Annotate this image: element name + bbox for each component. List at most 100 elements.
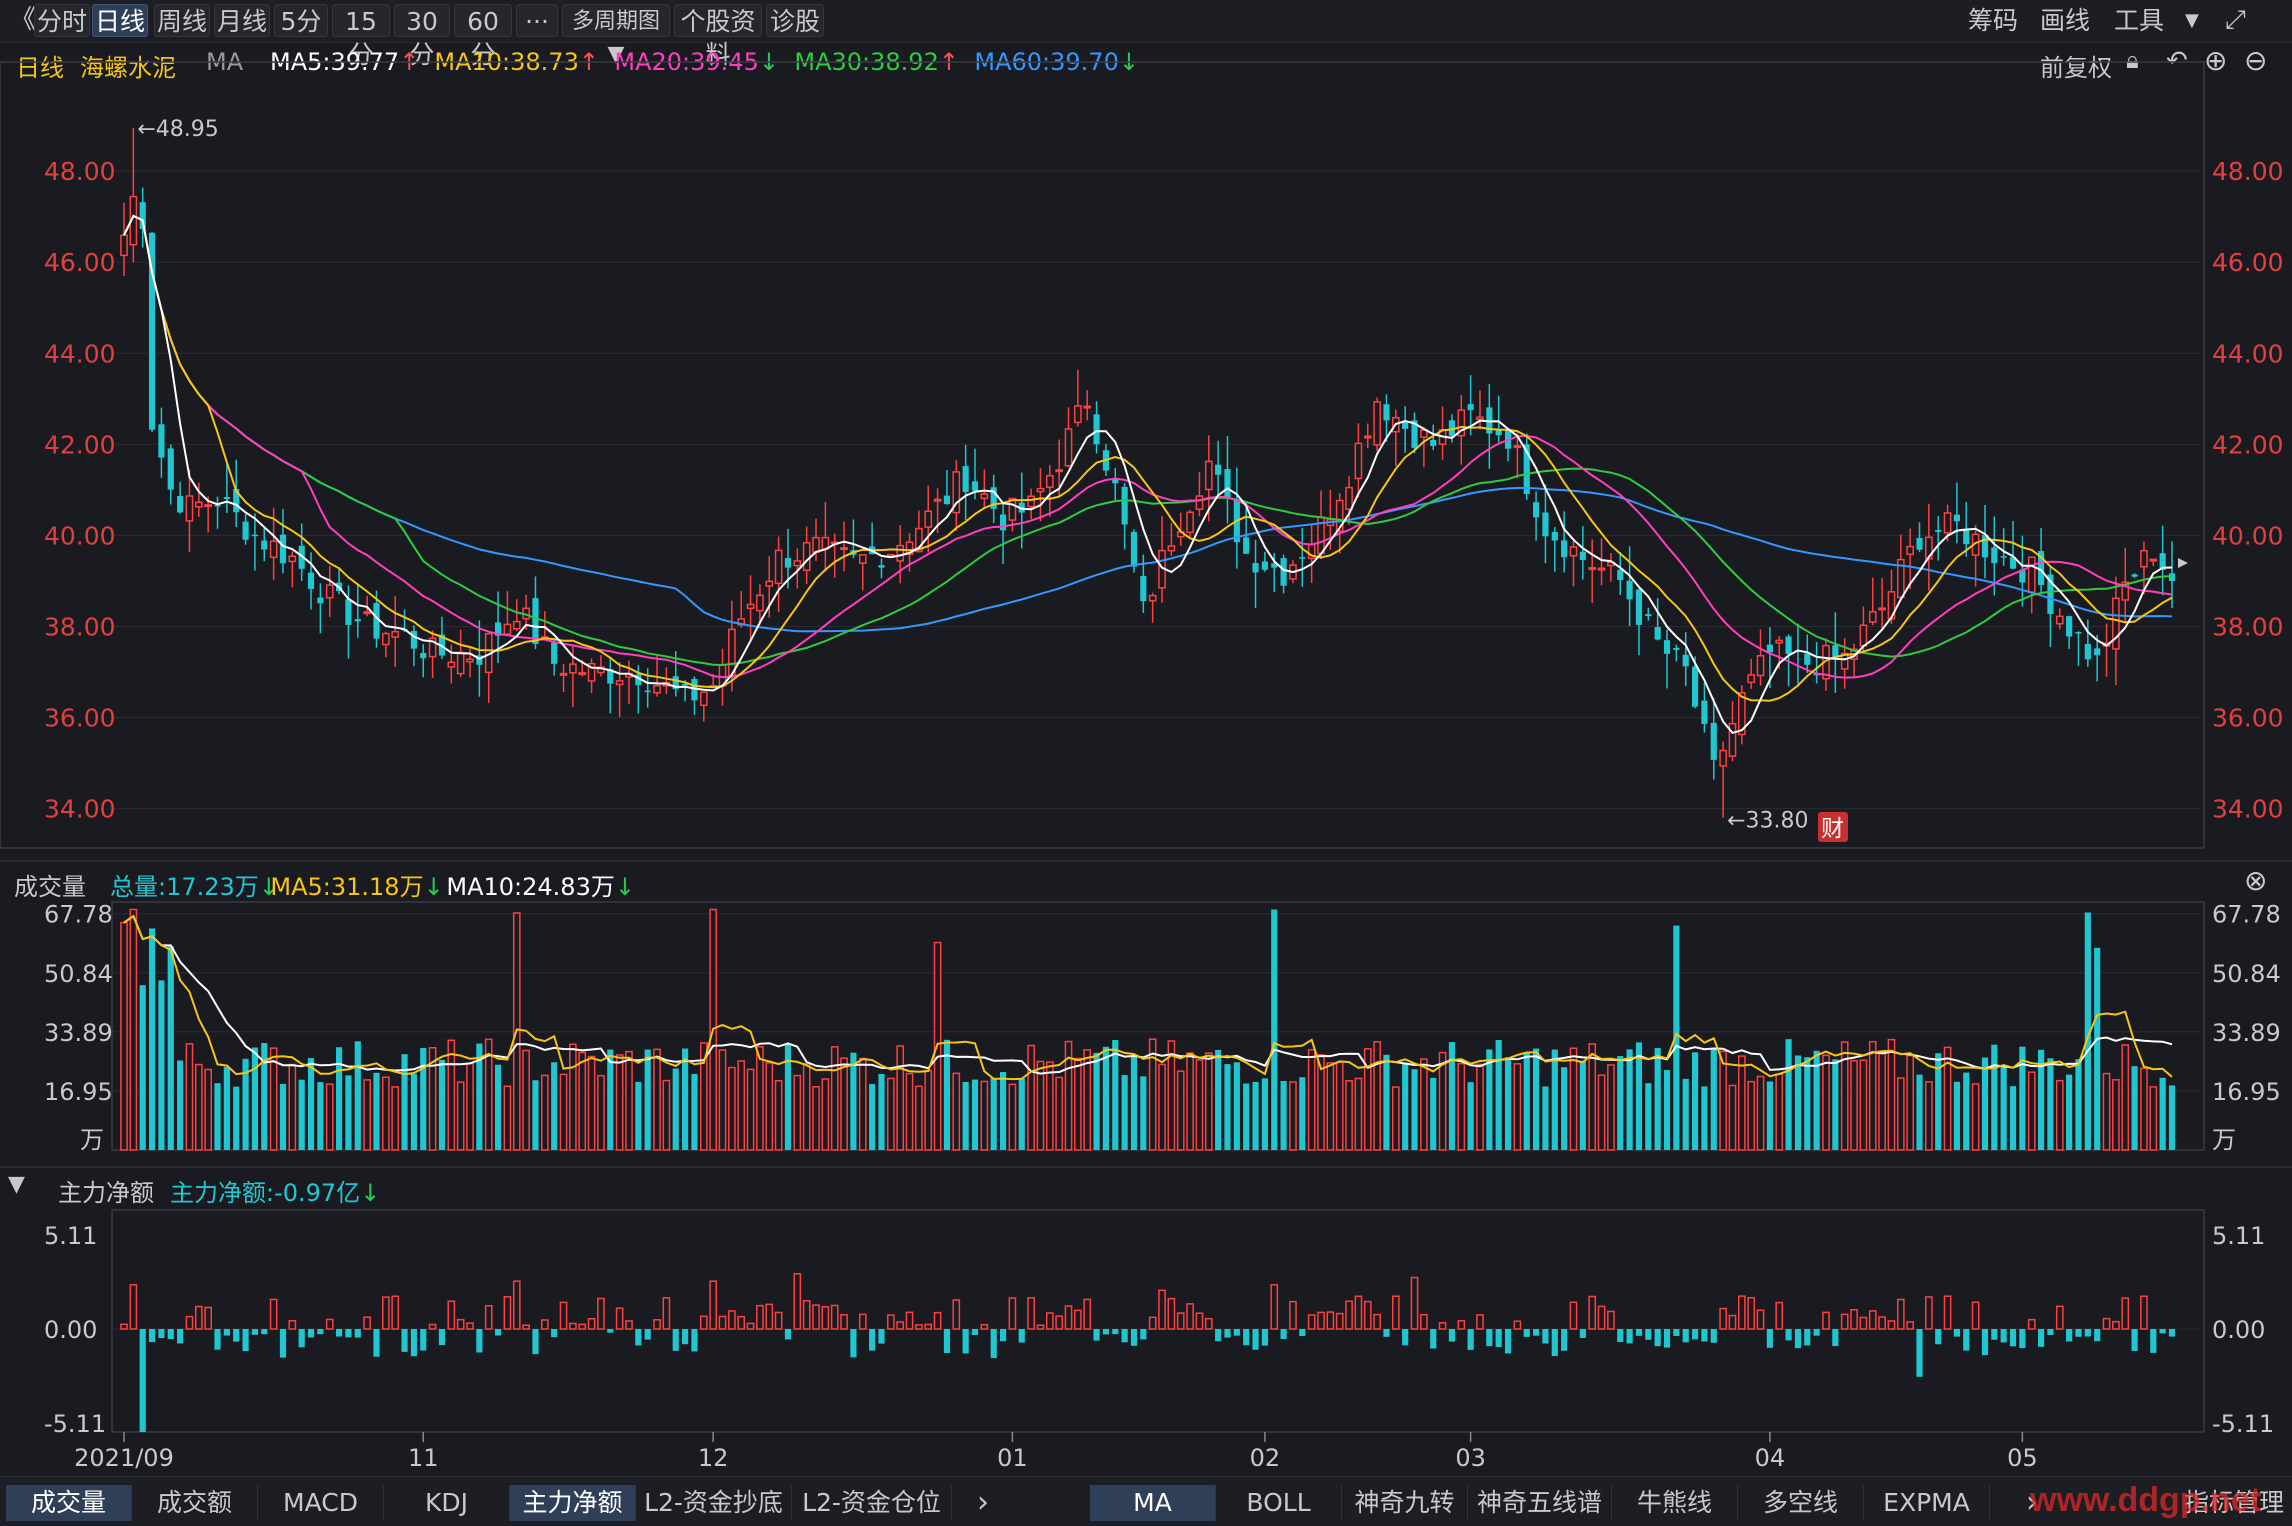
volume-bar [2000,1066,2007,1150]
close-volume-icon[interactable]: ⊗ [2244,864,2267,897]
volume-bar [1728,1084,1737,1151]
volume-bar [2112,1079,2120,1151]
flow-bar [830,1304,839,1330]
candle-body [746,603,755,610]
flow-bar [382,1296,390,1330]
flow-bar [1561,1329,1568,1351]
candle-body [1943,512,1952,534]
legend-label-1: MA5:31.18万 [270,873,424,901]
flow-bar [607,1329,614,1333]
volume-bar [1354,1077,1363,1151]
volume-bar [2149,1086,2158,1151]
volume-bar [1102,1046,1110,1150]
flow-bar [1991,1329,1998,1340]
volume-bar [1018,1078,1025,1150]
candle-body [1804,653,1811,665]
volume-bar [635,1081,642,1150]
volume-bar [1645,1083,1652,1150]
price-tick-right: 34.00 [2212,795,2284,824]
volume-bar [1215,1049,1222,1150]
flow-bar [1233,1329,1240,1336]
candle-body [447,661,456,668]
flow-bar [990,1329,997,1359]
candle-body [774,549,783,585]
overlay-tab-1[interactable]: BOLL [1216,1485,1342,1521]
indicator-tab-6[interactable]: L2-资金仓位 [792,1485,952,1521]
flow-bar [2140,1295,2148,1330]
indicator-tab-4[interactable]: 主力净额 [510,1485,636,1521]
flow-bar [1850,1308,1858,1330]
flow-bar [167,1329,174,1340]
flow-bar [1326,1311,1335,1330]
volume-bar [382,1076,390,1151]
volume-bar [830,1046,839,1151]
overlay-tab-6[interactable]: EXPMA [1864,1485,1990,1521]
price-tick-right: 48.00 [2212,157,2284,186]
indicator-tab-2[interactable]: MACD [258,1485,384,1521]
legend-label-2: MA10:24.83万 [446,873,615,901]
candle-body [1215,464,1222,475]
flow-bar [1204,1317,1213,1330]
volume-bar [438,1059,446,1150]
volume-bar [774,1079,783,1151]
overlay-tab-2[interactable]: 神奇九转 [1342,1485,1468,1521]
candlestick-chart[interactable]: 48.00 48.00 46.00 46.00 44.00 44.00 42.00 42.00… [0,0,2292,1476]
price-tick-right: 38.00 [2212,612,2284,641]
chevron-right-icon[interactable]: › [958,1485,1008,1521]
volume-bar [2168,1085,2176,1150]
indicator-tab-5[interactable]: L2-资金抄底 [636,1485,792,1521]
volume-bar [139,985,146,1150]
volume-bar [1486,1049,1493,1150]
volume-bar [1083,1049,1092,1151]
price-tick-right: 42.00 [2212,430,2284,459]
flow-bar [1335,1312,1344,1330]
flow-bar [1391,1295,1400,1330]
flow-bar [1215,1329,1222,1342]
candle-body [354,619,361,622]
candle-body [1785,636,1792,655]
flow-bar [1533,1329,1540,1336]
flow-bar [840,1313,848,1330]
candle-body [317,597,324,604]
volume-bar [1663,1070,1671,1150]
volume-bar [1271,909,1278,1150]
volume-bar [1850,1059,1858,1151]
volume-bar [1981,1057,1989,1150]
collapse-icon[interactable]: ▼ [8,1172,25,1197]
flow-bar [1551,1329,1558,1357]
indicator-tab-3[interactable]: KDJ [384,1485,510,1521]
x-tick-label: 01 [997,1444,1028,1472]
volume-tick-right: 33.89 [2212,1019,2281,1047]
volume-bar [410,1073,417,1150]
indicator-tab-1[interactable]: 成交额 [132,1485,258,1521]
flow-bar [1430,1329,1437,1349]
flow-bar [878,1329,885,1344]
volume-tick-left: 33.89 [44,1019,113,1047]
flow-bar [625,1320,633,1330]
volume-bar [1373,1041,1381,1151]
volume-bar [1925,1081,1933,1151]
flow-bar [1868,1310,1877,1330]
flow-bar [569,1322,577,1330]
volume-bar [1747,1080,1756,1151]
flow-bar [1804,1329,1811,1346]
volume-bar [373,1072,380,1150]
volume-bar [691,1073,698,1150]
overlay-tab-5[interactable]: 多空线 [1738,1485,1864,1521]
flow-bar [1626,1329,1633,1344]
flow-bar [494,1329,502,1336]
flow-bar [559,1301,568,1330]
candle-body [177,495,184,513]
flow-bar [2066,1329,2073,1342]
flow-bar [1981,1329,1989,1356]
indicator-tab-0[interactable]: 成交量 [6,1485,132,1521]
flow-bar [298,1329,305,1348]
volume-tick-left: 67.78 [44,901,113,929]
overlay-tab-0[interactable]: MA [1090,1485,1216,1521]
flow-bar [1438,1322,1447,1330]
volume-bar [850,1052,857,1150]
overlay-tab-4[interactable]: 牛熊线 [1612,1485,1738,1521]
flow-bar [943,1329,951,1353]
volume-bar [1148,1038,1157,1151]
overlay-tab-3[interactable]: 神奇五线谱 [1468,1485,1612,1521]
